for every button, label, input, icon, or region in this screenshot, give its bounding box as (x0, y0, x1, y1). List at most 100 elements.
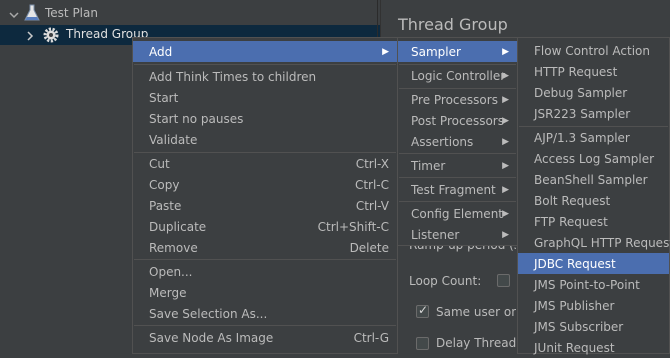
sampler-item-flow-control-action[interactable]: Flow Control Action (518, 40, 669, 61)
submenu-arrow-icon: ▶ (502, 208, 509, 219)
menu-item-shortcut: Ctrl+Shift-C (317, 219, 389, 234)
menu-item-cut[interactable]: Cut Ctrl-X (133, 153, 397, 174)
menu-item-label: Flow Control Action (534, 43, 650, 58)
menu-item-label: Add (149, 44, 173, 59)
sampler-item-bolt-request[interactable]: Bolt Request (518, 190, 669, 211)
menu-item-label: Start (149, 90, 179, 105)
flask-icon (24, 4, 40, 22)
context-menu: Add ▶ Add Think Times to children Start … (132, 37, 398, 354)
sampler-item-jms-subscriber[interactable]: JMS Subscriber (518, 316, 669, 337)
menu-item-label: Duplicate (149, 219, 207, 234)
menu-item-label: Paste (149, 198, 182, 213)
menu-item-label: Merge (149, 285, 187, 300)
menu-item-label: BeanShell Sampler (534, 172, 648, 187)
menu-item-add-think-times[interactable]: Add Think Times to children (133, 66, 397, 87)
menu-separator (399, 201, 516, 202)
menu-item-label: JDBC Request (534, 256, 616, 271)
sampler-item-graphql-http-request[interactable]: GraphQL HTTP Request (518, 232, 670, 253)
delay-thread-label: Delay Thread creation until needed (436, 336, 516, 350)
chevron-right-icon[interactable] (25, 30, 35, 41)
menu-separator (399, 177, 516, 178)
sampler-item-jms-publisher[interactable]: JMS Publisher (518, 295, 669, 316)
loop-infinite-checkbox[interactable] (497, 274, 510, 287)
submenu-arrow-icon: ▶ (502, 184, 509, 195)
sampler-item-ftp-request[interactable]: FTP Request (518, 211, 669, 232)
submenu-arrow-icon: ▶ (382, 46, 389, 57)
menu-item-label: Sampler (411, 44, 461, 59)
menu-item-label: FTP Request (534, 214, 608, 229)
submenu-item-logic-controller[interactable]: Logic Controller ▶ (398, 65, 517, 86)
tree-item-test-plan[interactable]: Test Plan (45, 6, 98, 20)
menu-item-merge[interactable]: Merge (133, 282, 397, 303)
sampler-item-jdbc-request[interactable]: JDBC Request (518, 253, 669, 274)
submenu-item-listener[interactable]: Listener ▶ (398, 224, 517, 245)
menu-item-save-node-as-image[interactable]: Save Node As Image Ctrl-G (133, 327, 397, 348)
chevron-down-icon[interactable] (9, 9, 19, 19)
menu-item-label: Debug Sampler (534, 85, 628, 100)
menu-item-paste[interactable]: Paste Ctrl-V (133, 195, 397, 216)
menu-item-label: Remove (149, 240, 198, 255)
menu-item-label: JUnit Request (534, 340, 615, 355)
menu-item-label: JSR223 Sampler (534, 106, 631, 121)
menu-item-open[interactable]: Open... (133, 261, 397, 282)
add-submenu: Sampler ▶ Logic Controller ▶ Pre Process… (397, 37, 518, 246)
sampler-submenu: Flow Control Action HTTP Request Debug S… (517, 37, 670, 355)
menu-item-shortcut: Ctrl-X (355, 156, 389, 171)
menu-item-save-selection-as[interactable]: Save Selection As... (133, 303, 397, 324)
same-user-label: Same user on each iteration (436, 305, 516, 319)
sampler-item-access-log-sampler[interactable]: Access Log Sampler (518, 148, 669, 169)
menu-item-validate[interactable]: Validate (133, 129, 397, 150)
submenu-item-test-fragment[interactable]: Test Fragment ▶ (398, 179, 517, 200)
menu-item-label: Save Selection As... (149, 306, 268, 321)
menu-item-label: Test Fragment (411, 182, 496, 197)
menu-item-label: Listener (411, 227, 460, 242)
menu-item-label: JMS Publisher (534, 298, 615, 313)
menu-item-shortcut: Ctrl-C (354, 177, 389, 192)
menu-item-label: Save Node As Image (149, 330, 274, 345)
menu-item-label: GraphQL HTTP Request (534, 235, 670, 250)
sampler-item-ajp-sampler[interactable]: AJP/1.3 Sampler (518, 127, 669, 148)
submenu-item-sampler[interactable]: Sampler ▶ (398, 41, 517, 62)
sampler-item-debug-sampler[interactable]: Debug Sampler (518, 82, 669, 103)
sampler-item-beanshell-sampler[interactable]: BeanShell Sampler (518, 169, 669, 190)
menu-item-label: Cut (149, 156, 170, 171)
menu-item-start[interactable]: Start (133, 87, 397, 108)
submenu-arrow-icon: ▶ (502, 229, 509, 240)
menu-item-label: Pre Processors (411, 92, 498, 107)
sampler-item-junit-request[interactable]: JUnit Request (518, 337, 669, 358)
sampler-item-http-request[interactable]: HTTP Request (518, 61, 669, 82)
menu-item-label: Open... (149, 264, 193, 279)
menu-item-label: JMS Point-to-Point (534, 277, 640, 292)
menu-item-shortcut: Ctrl-G (353, 330, 389, 345)
menu-item-copy[interactable]: Copy Ctrl-C (133, 174, 397, 195)
menu-item-label: AJP/1.3 Sampler (534, 130, 630, 145)
menu-item-label: Assertions (411, 134, 474, 149)
menu-separator (134, 259, 396, 260)
menu-separator (399, 153, 516, 154)
menu-item-label: Access Log Sampler (534, 151, 655, 166)
submenu-arrow-icon: ▶ (502, 70, 509, 81)
delay-thread-checkbox[interactable] (416, 337, 429, 350)
menu-item-label: Add Think Times to children (149, 69, 317, 84)
menu-item-remove[interactable]: Remove Delete (133, 237, 397, 258)
sampler-item-jsr223-sampler[interactable]: JSR223 Sampler (518, 103, 669, 124)
menu-item-label: Post Processors (411, 113, 504, 128)
submenu-item-config-element[interactable]: Config Element ▶ (398, 203, 517, 224)
submenu-arrow-icon: ▶ (502, 46, 509, 57)
menu-item-label: Start no pauses (149, 111, 244, 126)
menu-separator (134, 325, 396, 326)
menu-item-start-no-pauses[interactable]: Start no pauses (133, 108, 397, 129)
submenu-item-post-processors[interactable]: Post Processors ▶ (398, 110, 517, 131)
submenu-item-assertions[interactable]: Assertions ▶ (398, 131, 517, 152)
submenu-arrow-icon: ▶ (502, 136, 509, 147)
menu-item-duplicate[interactable]: Duplicate Ctrl+Shift-C (133, 216, 397, 237)
submenu-item-pre-processors[interactable]: Pre Processors ▶ (398, 89, 517, 110)
menu-item-label: Config Element (411, 206, 503, 221)
page-title: Thread Group (398, 15, 508, 34)
same-user-checkbox[interactable] (416, 303, 429, 318)
menu-separator (134, 64, 396, 65)
menu-item-add[interactable]: Add ▶ (133, 41, 397, 62)
submenu-item-timer[interactable]: Timer ▶ (398, 155, 517, 176)
menu-item-label: Validate (149, 132, 198, 147)
sampler-item-jms-point-to-point[interactable]: JMS Point-to-Point (518, 274, 669, 295)
